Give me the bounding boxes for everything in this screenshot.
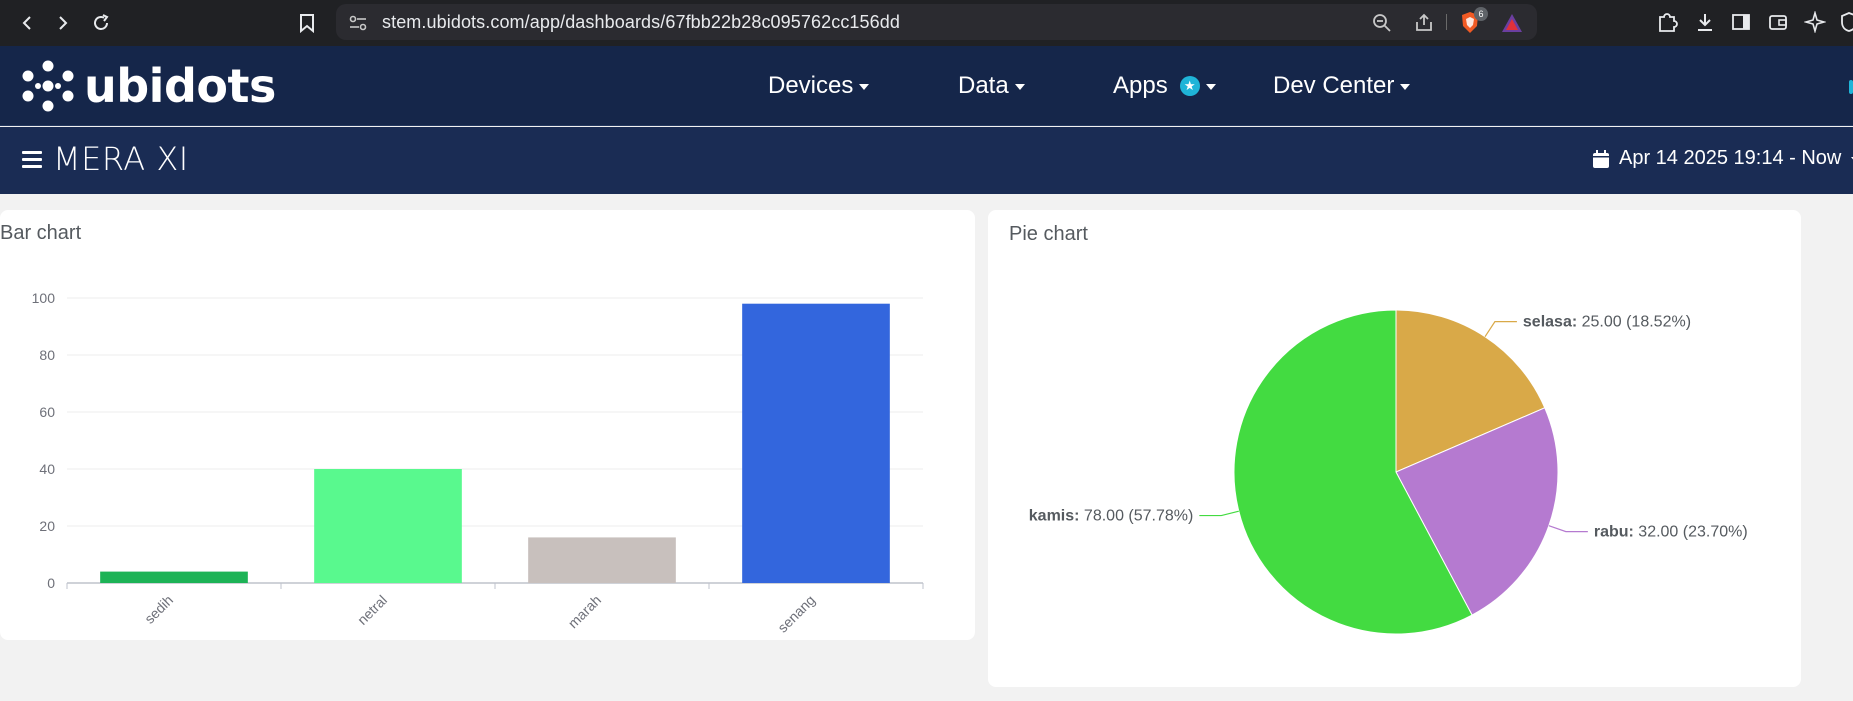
forward-icon[interactable] (48, 8, 78, 38)
star-icon: ★ (1179, 76, 1200, 96)
bar-sedih (100, 571, 248, 583)
pie-label: kamis: 78.00 (57.78%) (1029, 508, 1194, 525)
chevron-down-icon (1205, 84, 1216, 90)
nav-apps[interactable]: Apps ★ (1113, 72, 1216, 100)
x-tick-label: marah (565, 592, 604, 631)
nav-dev-center-label: Dev Center (1273, 72, 1395, 99)
download-icon[interactable] (1692, 9, 1718, 35)
back-icon[interactable] (12, 8, 42, 38)
wallet-icon[interactable] (1765, 9, 1791, 35)
bar-chart-widget: Bar chart 0 20 40 60 80 100 sedih netral marah se… (0, 210, 975, 640)
date-range-picker[interactable]: Apr 14 2025 19:14 - Now (1593, 147, 1853, 170)
pie-label-line (1548, 525, 1588, 533)
dashboard-title[interactable]: MERA XI (53, 140, 189, 178)
hamburger-menu-icon[interactable] (22, 151, 42, 169)
ubidots-logo-icon (22, 60, 74, 112)
pie-chart: selasa: 25.00 (18.52%) rabu: 32.00 (23.70… (1029, 309, 1748, 635)
url-text[interactable]: stem.ubidots.com/app/dashboards/67fbb22b… (382, 12, 900, 33)
divider (1446, 14, 1447, 30)
y-tick-label: 60 (39, 404, 55, 420)
x-tick-label: senang (774, 592, 818, 636)
logo-text: ubidots (84, 59, 276, 113)
nav-dev-center[interactable]: Dev Center (1273, 72, 1411, 100)
top-navigation: ubidots Devices Data Apps ★ Dev Center (0, 46, 1853, 126)
nav-devices-label: Devices (768, 72, 854, 99)
pie-label: rabu: 32.00 (23.70%) (1594, 524, 1748, 541)
extensions-icon[interactable] (1654, 9, 1680, 35)
ubidots-logo[interactable]: ubidots (22, 58, 276, 114)
x-tick-label: sedih (141, 592, 176, 627)
profile-indicator[interactable] (1849, 80, 1853, 94)
nav-data-label: Data (958, 72, 1009, 99)
bookmark-icon[interactable] (292, 8, 322, 38)
chevron-down-icon (859, 84, 870, 90)
brave-shields-icon[interactable]: 6 (1458, 7, 1488, 35)
bar-netral (314, 469, 462, 583)
y-tick-label: 0 (47, 575, 55, 591)
pie-chart-widget: Pie chart selasa: 25.00 (18.52%) rabu: 32… (988, 210, 1801, 687)
nav-apps-label: Apps (1113, 72, 1168, 99)
reload-icon[interactable] (86, 8, 116, 38)
leo-ai-icon[interactable] (1802, 9, 1828, 35)
x-tick-label: netral (354, 592, 390, 628)
y-tick-label: 40 (39, 461, 55, 477)
zoom-icon[interactable] (1370, 11, 1394, 35)
calendar-icon (1593, 149, 1609, 168)
nav-devices[interactable]: Devices (768, 72, 870, 100)
pie-label-line (1199, 510, 1239, 517)
date-range-text: Apr 14 2025 19:14 - Now (1619, 147, 1842, 169)
nav-data[interactable]: Data (958, 72, 1025, 100)
pie-label-line (1484, 321, 1517, 337)
dashboard-header: MERA XI Apr 14 2025 19:14 - Now (0, 127, 1853, 194)
vpn-icon[interactable] (1836, 9, 1853, 35)
sidebar-icon[interactable] (1728, 9, 1754, 35)
y-tick-label: 20 (39, 518, 55, 534)
y-tick-label: 100 (32, 290, 56, 306)
y-tick-label: 80 (39, 347, 55, 363)
bar-senang (742, 303, 890, 583)
share-icon[interactable] (1412, 11, 1436, 35)
site-settings-icon[interactable] (346, 11, 370, 35)
chevron-down-icon (1400, 84, 1411, 90)
browser-toolbar: stem.ubidots.com/app/dashboards/67fbb22b… (0, 0, 1853, 46)
bar-marah (528, 537, 676, 583)
pie-label: selasa: 25.00 (18.52%) (1523, 314, 1691, 331)
address-bar[interactable]: stem.ubidots.com/app/dashboards/67fbb22b… (336, 4, 1537, 40)
shield-count-badge: 6 (1474, 7, 1488, 21)
bar-chart: 0 20 40 60 80 100 sedih netral marah senang (32, 290, 924, 636)
chevron-down-icon (1014, 84, 1025, 90)
brave-rewards-icon[interactable] (1500, 11, 1524, 35)
